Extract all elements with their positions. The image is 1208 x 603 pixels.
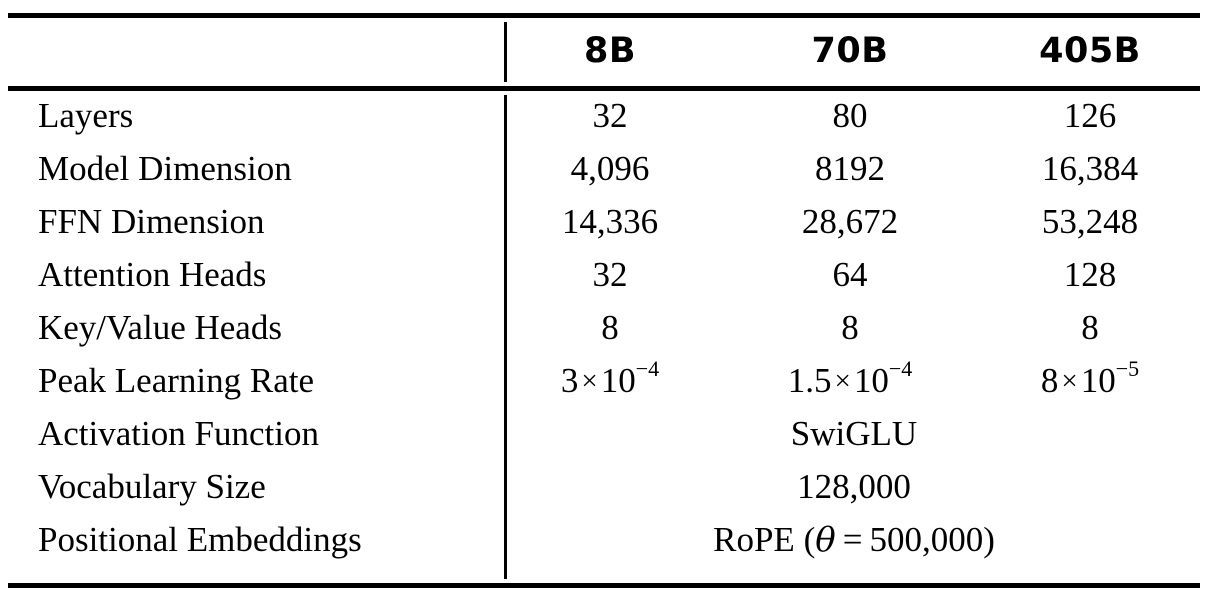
multiply-icon: ×	[834, 365, 851, 397]
cell-model-dimension-8b: 4,096	[570, 149, 650, 188]
column-header-405b: 405B	[1039, 31, 1141, 71]
theta-symbol: θ	[815, 520, 836, 560]
cell-layers-405b: 126	[1063, 96, 1117, 135]
cell-model-dimension-70b: 8192	[815, 149, 885, 188]
table-row: Peak Learning Rate 3 ×10−4 1.5 ×10−4 8 ×10−…	[8, 356, 1200, 409]
cell-positional-embeddings-all: RoPE (θ = 500,000)	[508, 515, 1200, 565]
equals-sign: =	[842, 520, 863, 559]
cell-peak-learning-rate-70b: 1.5 ×10−4	[740, 356, 960, 408]
cell-key-value-heads-405b: 8	[1081, 308, 1099, 347]
table-row: Layers 32 80 126	[8, 91, 1200, 144]
cell-attention-heads-70b: 64	[832, 255, 868, 294]
cell-model-dimension-405b: 16,384	[1041, 149, 1139, 188]
cell-key-value-heads-8b: 8	[601, 308, 619, 347]
table-bottom-rule	[8, 583, 1200, 588]
cell-vocabulary-size-all: 128,000	[797, 467, 911, 506]
row-label-attention-heads: Attention Heads	[38, 255, 267, 294]
table-row: Key/Value Heads 8 8 8	[8, 303, 1200, 356]
cell-layers-8b: 32	[592, 96, 628, 135]
row-label-ffn-dimension: FFN Dimension	[38, 202, 265, 241]
lr-base-70b: 10	[853, 361, 889, 400]
lr-mantissa-405b: 8	[1040, 361, 1059, 400]
cell-key-value-heads-70b: 8	[841, 308, 859, 347]
table-row: Vocabulary Size 128,000	[8, 462, 1200, 515]
lr-base-8b: 10	[600, 361, 636, 400]
rope-suffix: )	[983, 520, 995, 559]
rope-prefix: RoPE (	[713, 520, 816, 559]
cell-ffn-dimension-405b: 53,248	[1041, 202, 1139, 241]
cell-attention-heads-405b: 128	[1063, 255, 1117, 294]
cell-ffn-dimension-8b: 14,336	[561, 202, 659, 241]
row-label-peak-learning-rate: Peak Learning Rate	[38, 361, 315, 400]
cell-activation-function-all: SwiGLU	[790, 414, 918, 453]
lr-mantissa-8b: 3	[560, 361, 579, 400]
rope-theta-value: 500,000	[869, 520, 984, 559]
table-row: Model Dimension 4,096 8192 16,384	[8, 144, 1200, 197]
cell-attention-heads-8b: 32	[592, 255, 628, 294]
table-header-row: 8B 70B 405B	[8, 28, 1200, 78]
multiply-icon: ×	[581, 365, 598, 397]
row-label-vocabulary-size: Vocabulary Size	[38, 467, 266, 506]
table-row: FFN Dimension 14,336 28,672 53,248	[8, 197, 1200, 250]
lr-mantissa-70b: 1.5	[787, 361, 832, 400]
table-body: Layers 32 80 126 Model Dimension 4,096 8…	[8, 91, 1200, 583]
lr-base-405b: 10	[1080, 361, 1116, 400]
column-header-8b: 8B	[583, 31, 637, 71]
lr-exponent-405b: −5	[1115, 356, 1140, 382]
column-header-70b: 70B	[811, 31, 889, 71]
row-label-positional-embeddings: Positional Embeddings	[38, 520, 362, 559]
cell-peak-learning-rate-405b: 8 ×10−5	[980, 356, 1200, 408]
lr-exponent-70b: −4	[888, 356, 913, 382]
model-architecture-table: 8B 70B 405B Layers 32 80 126 Model Dimen…	[8, 0, 1200, 603]
cell-ffn-dimension-70b: 28,672	[801, 202, 899, 241]
multiply-icon: ×	[1061, 365, 1078, 397]
cell-layers-70b: 80	[832, 96, 868, 135]
row-label-key-value-heads: Key/Value Heads	[38, 308, 282, 347]
row-label-layers: Layers	[38, 96, 134, 135]
table-row: Positional Embeddings RoPE (θ = 500,000)	[8, 515, 1200, 568]
table-row: Attention Heads 32 64 128	[8, 250, 1200, 303]
table-top-rule	[8, 13, 1200, 18]
row-label-model-dimension: Model Dimension	[38, 149, 292, 188]
table-row: Activation Function SwiGLU	[8, 409, 1200, 462]
cell-peak-learning-rate-8b: 3 ×10−4	[500, 356, 720, 408]
row-label-activation-function: Activation Function	[38, 414, 319, 453]
lr-exponent-8b: −4	[635, 356, 660, 382]
